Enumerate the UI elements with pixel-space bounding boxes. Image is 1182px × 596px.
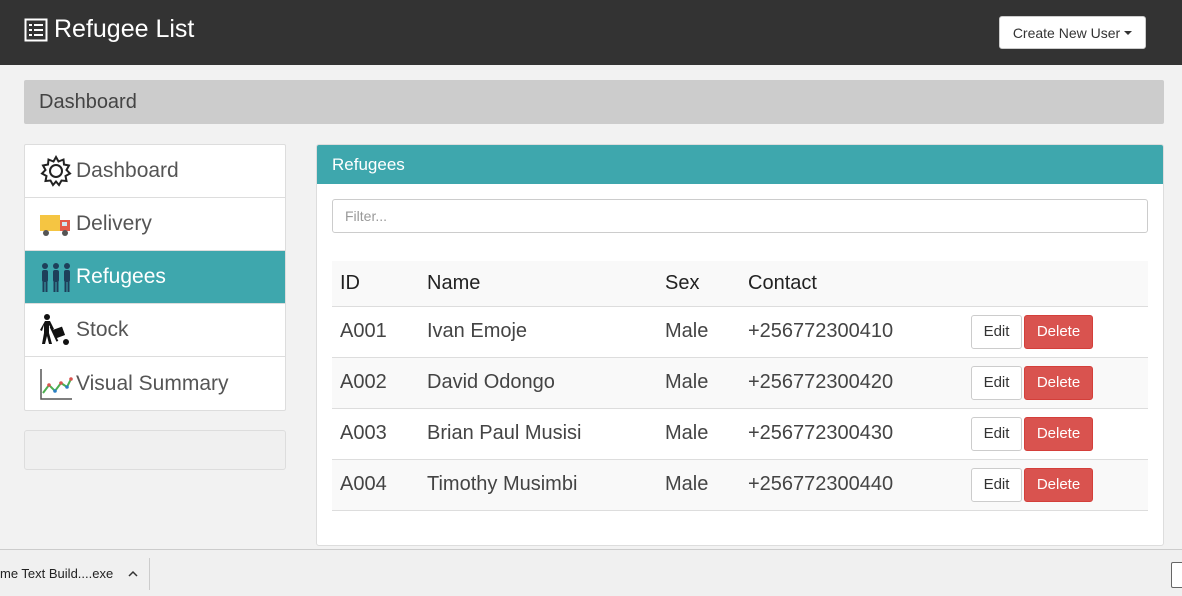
edit-button[interactable]: Edit: [971, 416, 1022, 451]
delete-button[interactable]: Delete: [1024, 365, 1093, 400]
cell-name: Timothy Musimbi: [419, 459, 657, 511]
column-header-sex[interactable]: Sex: [657, 261, 740, 307]
filter-input[interactable]: [332, 199, 1148, 233]
download-item[interactable]: me Text Build....exe: [0, 550, 139, 596]
cell-name: David Odongo: [419, 357, 657, 409]
sidebar-item-refugees[interactable]: Refugees: [25, 251, 285, 304]
cell-id: A001: [332, 306, 419, 358]
download-bar: me Text Build....exe: [0, 549, 1182, 596]
cell-id: A004: [332, 459, 419, 511]
cell-contact: +256772300420: [740, 357, 963, 409]
panel-title: Refugees: [332, 154, 405, 174]
edit-button[interactable]: Edit: [971, 314, 1022, 349]
column-header-contact[interactable]: Contact: [740, 261, 963, 307]
refugees-panel: Refugees ID Name Sex Contact A001 Ivan E…: [316, 144, 1164, 546]
create-new-user-label: Create New User: [1012, 24, 1121, 41]
chevron-up-icon[interactable]: [127, 568, 139, 580]
cell-id: A003: [332, 408, 419, 460]
divider: [149, 558, 150, 590]
cell-actions: Edit Delete: [963, 306, 1148, 358]
cell-actions: Edit Delete: [963, 357, 1148, 409]
sidebar-item-delivery[interactable]: Delivery: [25, 198, 285, 251]
table-row: A004 Timothy Musimbi Male +256772300440 …: [332, 459, 1148, 511]
sidebar-item-stock[interactable]: Stock: [25, 304, 285, 357]
sidebar-item-label: Refugees: [76, 265, 166, 288]
cell-name: Brian Paul Musisi: [419, 408, 657, 460]
caret-down-icon: [1124, 30, 1133, 35]
hand-truck-icon: [39, 313, 73, 347]
people-icon: [39, 260, 73, 294]
line-chart-icon: [39, 367, 73, 401]
cell-actions: Edit Delete: [963, 459, 1148, 511]
top-navbar: Refugee List Create New User: [0, 0, 1182, 65]
table-row: A003 Brian Paul Musisi Male +25677230043…: [332, 408, 1148, 460]
cell-actions: Edit Delete: [963, 408, 1148, 460]
cell-name: Ivan Emoje: [419, 306, 657, 358]
table-header-row: ID Name Sex Contact: [332, 261, 1148, 307]
sidebar-item-label: Visual Summary: [76, 371, 229, 395]
edit-button[interactable]: Edit: [971, 365, 1022, 400]
cell-contact: +256772300410: [740, 306, 963, 358]
column-header-name[interactable]: Name: [419, 261, 657, 307]
delete-button[interactable]: Delete: [1024, 467, 1093, 502]
gear-icon: [39, 154, 73, 188]
column-header-id[interactable]: ID: [332, 261, 419, 307]
download-filename: me Text Build....exe: [0, 566, 114, 581]
breadcrumb-label: Dashboard: [39, 90, 137, 113]
column-header-actions: [963, 261, 1148, 307]
table-row: A001 Ivan Emoje Male +256772300410 Edit D…: [332, 306, 1148, 358]
cell-sex: Male: [657, 306, 740, 358]
app-title: Refugee List: [54, 15, 195, 43]
sidebar-item-label: Dashboard: [76, 159, 179, 182]
delivery-truck-icon: [39, 207, 73, 241]
create-new-user-button[interactable]: Create New User: [999, 16, 1146, 49]
sidebar-empty-panel: [24, 430, 286, 470]
delete-button[interactable]: Delete: [1024, 416, 1093, 451]
refugees-table: ID Name Sex Contact A001 Ivan Emoje Male…: [332, 261, 1148, 511]
breadcrumb: Dashboard: [24, 80, 1164, 124]
sidebar-item-dashboard[interactable]: Dashboard: [25, 145, 285, 198]
cell-contact: +256772300440: [740, 459, 963, 511]
list-icon: [24, 18, 48, 41]
cell-sex: Male: [657, 357, 740, 409]
panel-heading: Refugees: [317, 145, 1163, 184]
cell-sex: Male: [657, 459, 740, 511]
sidebar: Dashboard Delivery Refugees Stock Visual…: [24, 144, 286, 411]
edit-button[interactable]: Edit: [971, 467, 1022, 502]
sidebar-item-label: Stock: [76, 318, 129, 341]
cell-sex: Male: [657, 408, 740, 460]
delete-button[interactable]: Delete: [1024, 314, 1093, 349]
show-all-button[interactable]: [1171, 562, 1182, 588]
brand[interactable]: Refugee List: [24, 15, 194, 44]
table-row: A002 David Odongo Male +256772300420 Edi…: [332, 357, 1148, 409]
sidebar-item-label: Delivery: [76, 212, 152, 235]
cell-id: A002: [332, 357, 419, 409]
cell-contact: +256772300430: [740, 408, 963, 460]
sidebar-item-visual-summary[interactable]: Visual Summary: [25, 357, 285, 410]
